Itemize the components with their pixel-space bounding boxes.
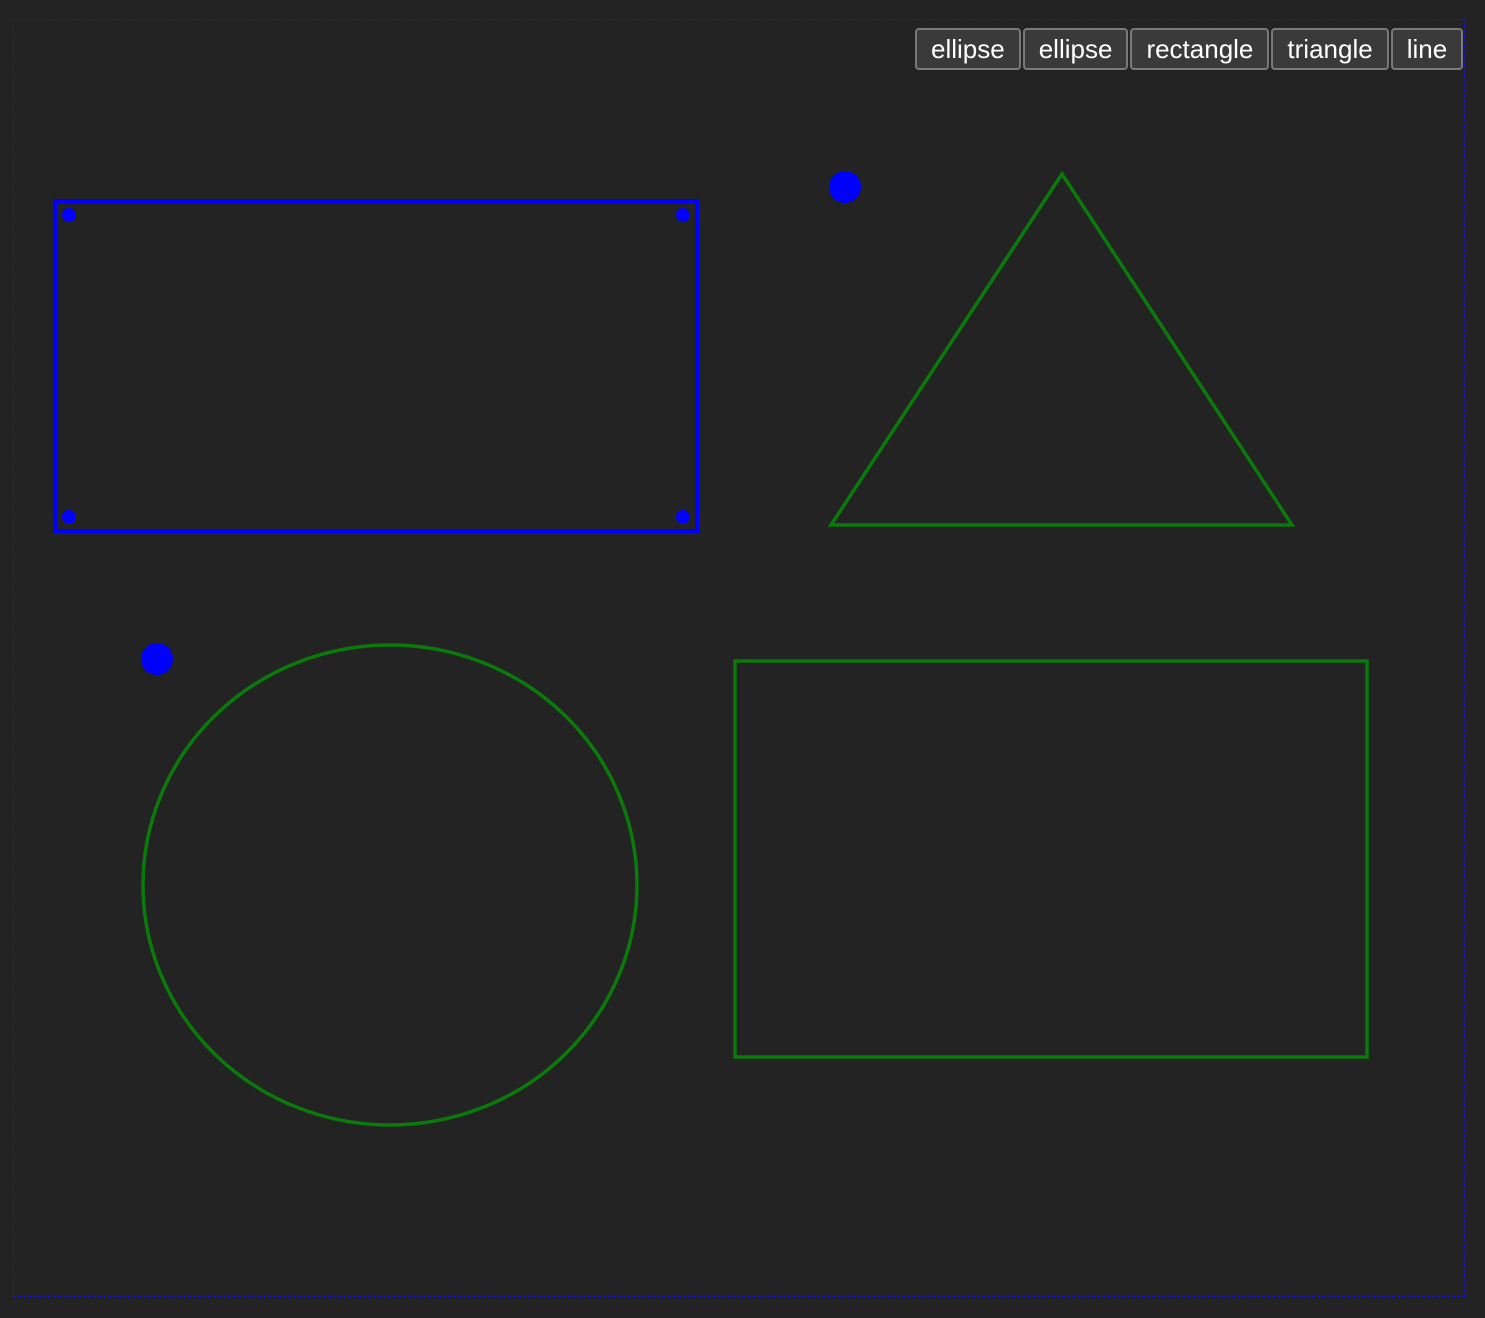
rectangle-outline[interactable] — [733, 659, 1369, 1059]
drawing-canvas[interactable] — [0, 0, 1485, 1318]
shape-toolbar: ellipse ellipse rectangle triangle line — [915, 28, 1464, 70]
rectangle-shape[interactable] — [733, 659, 1369, 1059]
ellipse-shape[interactable] — [141, 643, 639, 1127]
resize-handle-bottom-right[interactable] — [676, 510, 690, 524]
resize-handle-top-right[interactable] — [676, 208, 690, 222]
shape-drag-handle[interactable] — [829, 171, 861, 203]
rectangle-tool-button[interactable]: rectangle — [1130, 28, 1270, 70]
line-tool-button[interactable]: line — [1390, 28, 1464, 70]
triangle-tool-button[interactable]: triangle — [1271, 28, 1389, 70]
resize-handle-top-left[interactable] — [62, 208, 76, 222]
ellipse-tool-button[interactable]: ellipse — [915, 28, 1021, 70]
rectangle-outline[interactable] — [53, 199, 699, 533]
resize-handle-bottom-left[interactable] — [62, 510, 76, 524]
selected-rectangle-shape[interactable] — [53, 199, 699, 533]
ellipse-outline[interactable] — [141, 643, 639, 1127]
triangle-outline[interactable] — [827, 170, 1296, 527]
ellipse-tool-button-2[interactable]: ellipse — [1022, 28, 1129, 70]
triangle-shape[interactable] — [827, 170, 1296, 527]
shape-drag-handle[interactable] — [141, 643, 173, 675]
